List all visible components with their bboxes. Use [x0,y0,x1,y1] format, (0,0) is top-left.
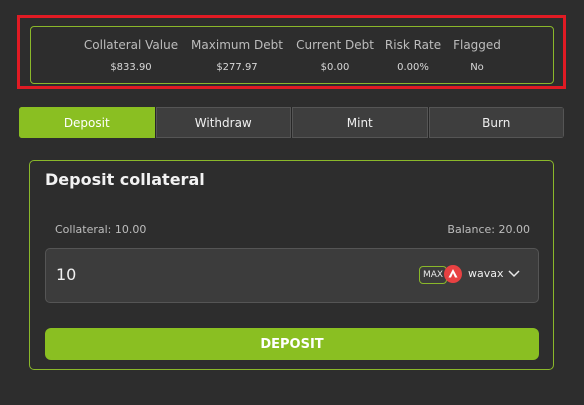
maximum-debt-value: $277.97 [216,62,258,73]
collateral-value-label: Collateral Value [83,38,179,52]
maximum-debt-label: Maximum Debt [191,38,283,52]
risk-rate-label: Risk Rate [384,38,442,52]
balance-label: Balance: 20.00 [447,223,530,236]
max-button[interactable]: MAX [419,266,448,284]
tab-burn[interactable]: Burn [428,107,564,138]
tab-withdraw[interactable]: Withdraw [155,107,291,138]
collateral-label: Collateral: 10.00 [55,223,147,236]
avalanche-token-icon [444,265,462,283]
deposit-card: Deposit collateral Collateral: 10.00 Bal… [29,160,554,370]
card-title: Deposit collateral [45,170,205,189]
collateral-value: $833.90 [110,62,152,73]
current-debt-label: Current Debt [296,38,374,52]
tab-mint[interactable]: Mint [292,107,428,138]
flagged-value: No [470,62,484,73]
tab-deposit[interactable]: Deposit [19,107,155,138]
stats-panel: Collateral Value $833.90 Maximum Debt $2… [30,26,554,84]
risk-rate-value: 0.00% [397,62,429,73]
current-debt-value: $0.00 [320,62,350,73]
flagged-label: Flagged [453,38,501,52]
deposit-button[interactable]: DEPOSIT [45,328,539,360]
amount-input[interactable] [56,265,256,284]
action-tabs: Deposit Withdraw Mint Burn [19,107,564,138]
token-name[interactable]: wavax [468,267,504,280]
amount-input-box: MAX wavax [45,248,539,303]
chevron-down-icon[interactable] [508,269,520,279]
